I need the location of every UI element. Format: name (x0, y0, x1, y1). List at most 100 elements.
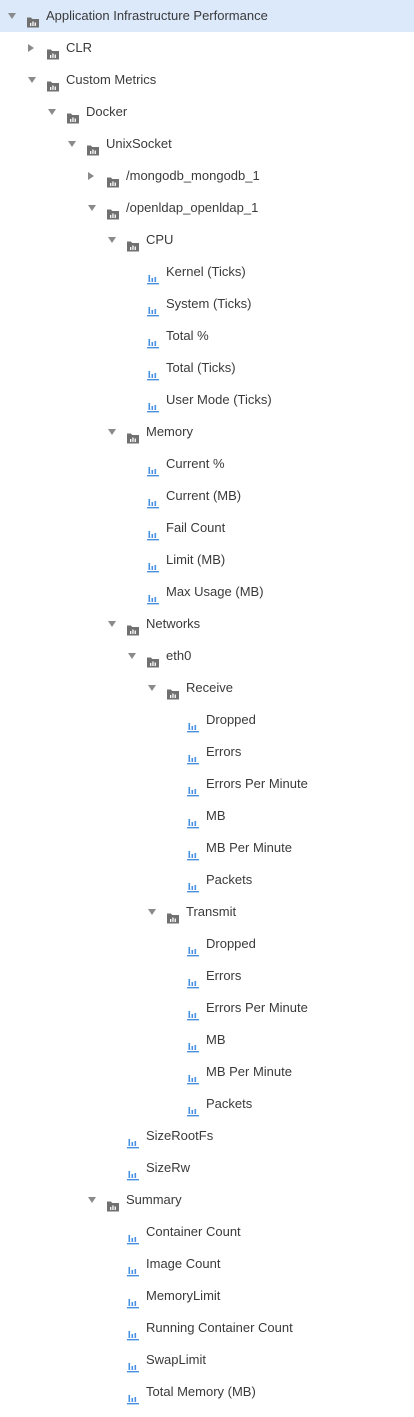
caret-down-icon[interactable] (148, 909, 156, 915)
tree-item-label: Dropped (206, 936, 256, 951)
tree-metric-sizerw[interactable]: SizeRw (0, 1152, 414, 1184)
tree-metric-kernel-ticks[interactable]: Kernel (Ticks) (0, 256, 414, 288)
folder-chart-icon (146, 649, 160, 668)
tree-metric-mb-per-minute[interactable]: MB Per Minute (0, 832, 414, 864)
tree-metric-errors[interactable]: Errors (0, 960, 414, 992)
caret-down-icon[interactable] (128, 653, 136, 659)
tree-folder-unixsocket[interactable]: UnixSocket (0, 128, 414, 160)
tree-folder-eth0[interactable]: eth0 (0, 640, 414, 672)
caret-down-icon[interactable] (108, 621, 116, 627)
tree-metric-packets[interactable]: Packets (0, 864, 414, 896)
caret-right-icon[interactable] (88, 172, 94, 180)
tree-metric-total[interactable]: Total % (0, 320, 414, 352)
bar-chart-icon (186, 745, 200, 765)
tree-metric-sizerootfs[interactable]: SizeRootFs (0, 1120, 414, 1152)
tree-metric-user-mode-ticks[interactable]: User Mode (Ticks) (0, 384, 414, 416)
tree-item-label: UnixSocket (106, 136, 172, 151)
tree-metric-mb[interactable]: MB (0, 800, 414, 832)
caret-right-icon[interactable] (28, 44, 34, 52)
tree-folder-docker[interactable]: Docker (0, 96, 414, 128)
folder-chart-icon (166, 905, 180, 924)
bar-chart-icon (186, 1097, 200, 1117)
tree-metric-current-mb[interactable]: Current (MB) (0, 480, 414, 512)
bar-chart-icon (186, 809, 200, 829)
tree-metric-packets[interactable]: Packets (0, 1088, 414, 1120)
tree-metric-image-count[interactable]: Image Count (0, 1248, 414, 1280)
tree-folder-mongodb-mongodb-1[interactable]: /mongodb_mongodb_1 (0, 160, 414, 192)
caret-down-icon[interactable] (108, 429, 116, 435)
tree-folder-application-infrastructure-performance[interactable]: Application Infrastructure Performance (0, 0, 414, 32)
caret-down-icon[interactable] (88, 205, 96, 211)
tree-item-label: MB Per Minute (206, 840, 292, 855)
tree-item-label: Running Container Count (146, 1320, 293, 1335)
tree-metric-current[interactable]: Current % (0, 448, 414, 480)
bar-chart-icon (146, 393, 160, 413)
tree-metric-swaplimit[interactable]: SwapLimit (0, 1344, 414, 1376)
tree-metric-fail-count[interactable]: Fail Count (0, 512, 414, 544)
tree-item-label: Fail Count (166, 520, 226, 535)
tree-item-label: User Mode (Ticks) (166, 392, 272, 407)
tree-metric-container-count[interactable]: Container Count (0, 1216, 414, 1248)
caret-down-icon[interactable] (28, 77, 36, 83)
tree-metric-mb[interactable]: MB (0, 1024, 414, 1056)
bar-chart-icon (146, 265, 160, 285)
folder-chart-icon (126, 425, 140, 444)
tree-metric-max-usage-mb[interactable]: Max Usage (MB) (0, 576, 414, 608)
tree-item-label: Packets (206, 872, 253, 887)
bar-chart-icon (186, 937, 200, 957)
caret-down-icon[interactable] (8, 13, 16, 19)
tree-folder-custom-metrics[interactable]: Custom Metrics (0, 64, 414, 96)
tree-item-label: Total (Ticks) (166, 360, 236, 375)
tree-folder-transmit[interactable]: Transmit (0, 896, 414, 928)
tree-folder-memory[interactable]: Memory (0, 416, 414, 448)
tree-item-label: Custom Metrics (66, 72, 157, 87)
tree-item-label: Errors Per Minute (206, 1000, 308, 1015)
tree-item-label: Memory (146, 424, 193, 439)
bar-chart-icon (126, 1321, 140, 1341)
tree-folder-cpu[interactable]: CPU (0, 224, 414, 256)
tree-metric-errors[interactable]: Errors (0, 736, 414, 768)
bar-chart-icon (126, 1289, 140, 1309)
bar-chart-icon (126, 1385, 140, 1405)
bar-chart-icon (146, 361, 160, 381)
tree-item-label: Summary (126, 1192, 182, 1207)
folder-chart-icon (106, 169, 120, 188)
tree-item-label: CLR (66, 40, 93, 55)
tree-metric-dropped[interactable]: Dropped (0, 928, 414, 960)
caret-down-icon[interactable] (148, 685, 156, 691)
tree-folder-summary[interactable]: Summary (0, 1184, 414, 1216)
tree-metric-limit-mb[interactable]: Limit (MB) (0, 544, 414, 576)
caret-down-icon[interactable] (88, 1197, 96, 1203)
tree-item-label: CPU (146, 232, 174, 247)
tree-item-label: MB (206, 808, 226, 823)
tree-item-label: Total Memory (MB) (146, 1384, 256, 1399)
tree-folder-clr[interactable]: CLR (0, 32, 414, 64)
tree-metric-mb-per-minute[interactable]: MB Per Minute (0, 1056, 414, 1088)
bar-chart-icon (146, 489, 160, 509)
tree-metric-dropped[interactable]: Dropped (0, 704, 414, 736)
bar-chart-icon (186, 1065, 200, 1085)
tree-item-label: Total % (166, 328, 209, 343)
tree-item-label: Transmit (186, 904, 237, 919)
tree-folder-receive[interactable]: Receive (0, 672, 414, 704)
folder-chart-icon (106, 201, 120, 220)
tree-metric-memorylimit[interactable]: MemoryLimit (0, 1280, 414, 1312)
tree-metric-errors-per-minute[interactable]: Errors Per Minute (0, 768, 414, 800)
folder-chart-icon (126, 617, 140, 636)
tree-item-label: SizeRootFs (146, 1128, 214, 1143)
bar-chart-icon (186, 777, 200, 797)
tree-metric-total-ticks[interactable]: Total (Ticks) (0, 352, 414, 384)
tree-item-label: Errors (206, 744, 242, 759)
tree-metric-total-memory-mb[interactable]: Total Memory (MB) (0, 1376, 414, 1408)
tree-folder-networks[interactable]: Networks (0, 608, 414, 640)
bar-chart-icon (186, 969, 200, 989)
tree-metric-system-ticks[interactable]: System (Ticks) (0, 288, 414, 320)
tree-folder-openldap-openldap-1[interactable]: /openldap_openldap_1 (0, 192, 414, 224)
tree-metric-running-container-count[interactable]: Running Container Count (0, 1312, 414, 1344)
caret-down-icon[interactable] (48, 109, 56, 115)
tree-metric-errors-per-minute[interactable]: Errors Per Minute (0, 992, 414, 1024)
bar-chart-icon (146, 457, 160, 477)
caret-down-icon[interactable] (68, 141, 76, 147)
tree-item-label: System (Ticks) (166, 296, 252, 311)
caret-down-icon[interactable] (108, 237, 116, 243)
